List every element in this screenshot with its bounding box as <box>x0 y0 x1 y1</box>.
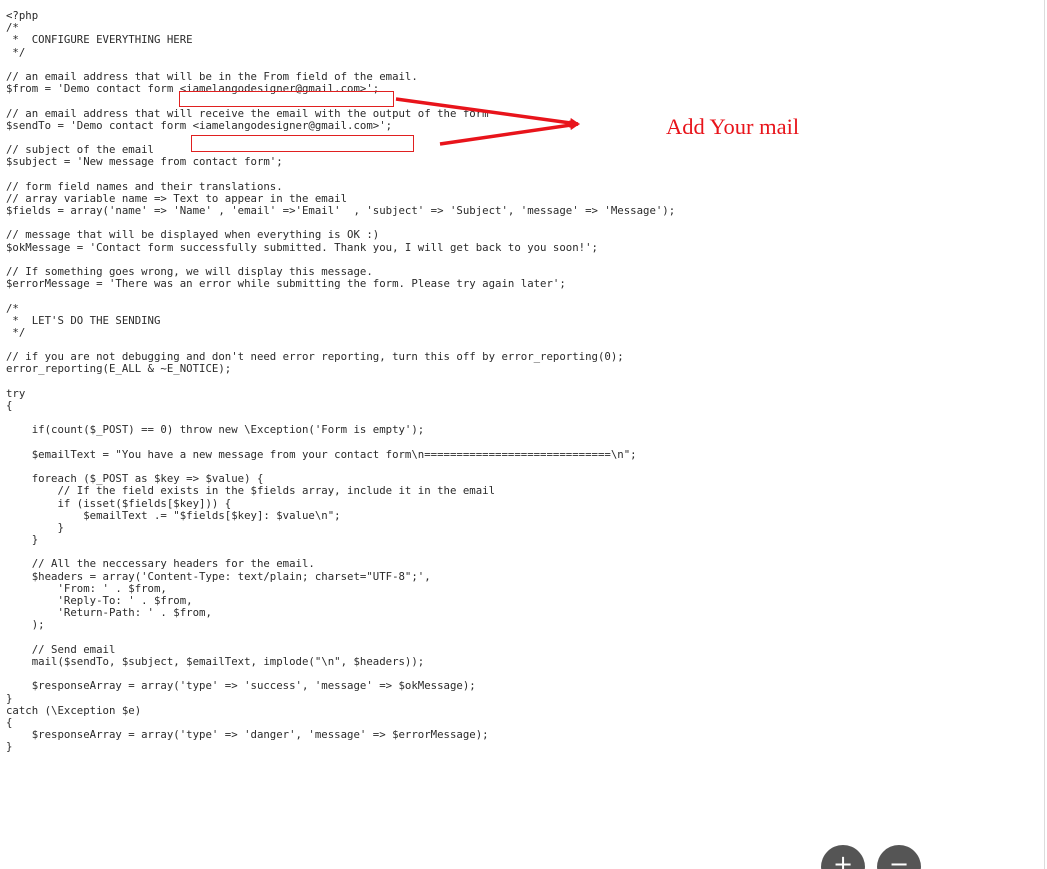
code-line: error_reporting(E_ALL & ~E_NOTICE); <box>6 362 232 376</box>
add-your-mail-annotation: Add Your mail <box>666 114 800 139</box>
code-line: } <box>6 520 64 534</box>
code-line: // message that will be displayed when e… <box>6 228 380 242</box>
plus-icon: + <box>832 850 854 869</box>
code-line: } <box>6 691 13 705</box>
code-line: // All the neccessary headers for the em… <box>6 557 315 571</box>
code-line: $responseArray = array('type' => 'succes… <box>6 679 476 693</box>
code-line: mail($sendTo, $subject, $emailText, impl… <box>6 654 425 668</box>
page-edge-divider <box>1044 0 1045 869</box>
code-line: try <box>6 386 26 400</box>
code-line: /* <box>6 301 19 315</box>
code-line: $fields = array('name' => 'Name' , 'emai… <box>6 204 676 217</box>
minus-icon: − <box>888 850 910 869</box>
code-line: ); <box>6 618 45 632</box>
code-line: $errorMessage = 'There was an error whil… <box>6 277 566 291</box>
code-line: $headers = array('Content-Type: text/pla… <box>6 569 431 583</box>
code-line: * LET'S DO THE SENDING <box>6 313 161 327</box>
from-email-highlight-box <box>179 91 394 107</box>
code-line: { <box>6 399 13 412</box>
sendto-email-highlight-box <box>191 135 414 152</box>
code-line: 'Return-Path: ' . $from, <box>6 606 212 620</box>
code-line: // an email address that will receive th… <box>6 106 489 120</box>
code-line: $sendTo = 'Demo contact form <iamelangod… <box>6 118 393 132</box>
code-line: $emailText = "You have a new message fro… <box>6 447 637 461</box>
code-line: $responseArray = array('type' => 'danger… <box>6 728 489 742</box>
code-line: <?php <box>6 9 39 22</box>
zoom-in-button[interactable]: + <box>821 845 865 869</box>
code-line: * CONFIGURE EVERYTHING HERE <box>6 33 193 47</box>
code-line: if(count($_POST) == 0) throw new \Except… <box>6 423 425 437</box>
code-line: // form field names and their translatio… <box>6 179 283 193</box>
code-line: } <box>6 740 13 754</box>
code-line: $okMessage = 'Contact form successfully … <box>6 240 598 254</box>
php-code-block: <?php /* * CONFIGURE EVERYTHING HERE */ //… <box>6 9 676 754</box>
code-line: */ <box>6 325 26 339</box>
code-line: $emailText .= "$fields[$key]: $value\n"; <box>6 508 341 522</box>
code-line: } <box>6 533 39 547</box>
code-line: */ <box>6 45 26 59</box>
zoom-out-button[interactable]: − <box>877 845 921 869</box>
code-line: // If the field exists in the $fields ar… <box>6 484 496 498</box>
code-line: $subject = 'New message from contact for… <box>6 155 283 169</box>
code-line: if (isset($fields[$key])) { <box>6 496 232 510</box>
code-line: catch (\Exception $e) <box>6 703 142 717</box>
